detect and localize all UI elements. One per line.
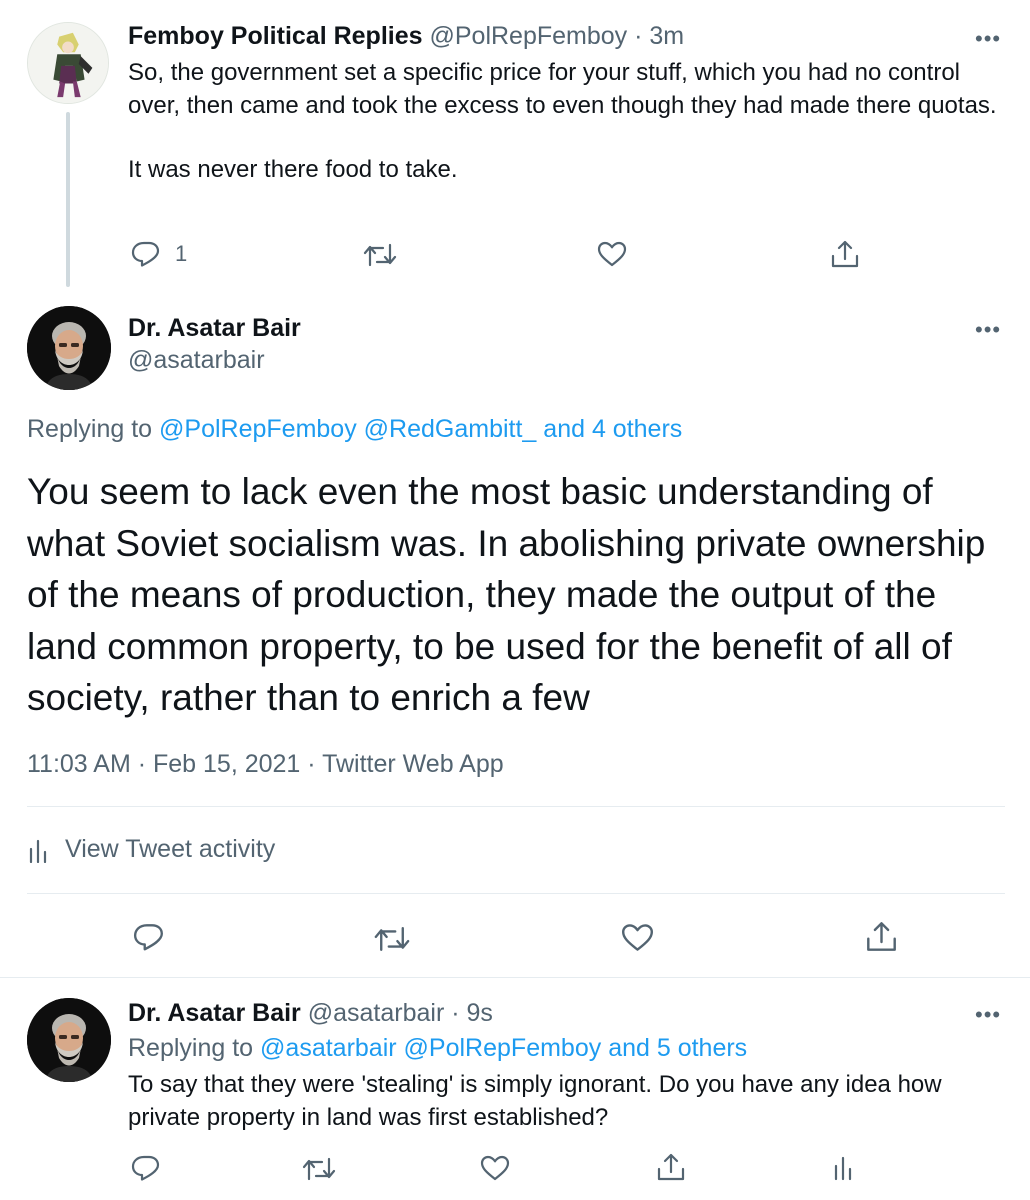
replying-to: Replying to @asatarbair @PolRepFemboy an… <box>128 1034 747 1063</box>
divider <box>27 806 1005 807</box>
analytics-icon <box>29 839 47 863</box>
thread-line <box>66 112 70 287</box>
share-icon <box>867 922 896 951</box>
more-icon[interactable]: ••• <box>975 1004 1001 1026</box>
like-button[interactable] <box>597 241 627 267</box>
like-button[interactable] <box>480 1155 510 1181</box>
like-icon <box>621 924 654 951</box>
divider <box>27 893 1005 894</box>
tweet-text: To say that they were 'stealing' is simp… <box>128 1071 942 1131</box>
separator: · <box>451 999 460 1027</box>
tweet-header: Dr. Asatar Bair @asatarbair · 9s <box>128 999 493 1028</box>
replying-to: Replying to @PolRepFemboy @RedGambitt_ a… <box>27 415 682 444</box>
retweet-icon <box>374 927 410 951</box>
analytics-icon <box>834 1156 852 1181</box>
retweet-button[interactable] <box>302 1156 336 1182</box>
tweet-text: You seem to lack even the most basic und… <box>27 471 986 718</box>
analytics-button[interactable] <box>832 1153 856 1181</box>
more-icon[interactable]: ••• <box>975 319 1001 341</box>
timestamp[interactable]: 9s <box>467 999 493 1027</box>
reply-count: 1 <box>175 241 188 266</box>
author-handle[interactable]: @asatarbair <box>308 999 445 1027</box>
like-icon <box>480 1155 510 1181</box>
retweet-icon <box>363 243 397 267</box>
tweet-paragraph: It was never there food to take. <box>128 156 458 183</box>
bearded-man-icon <box>27 306 111 390</box>
author-handle[interactable]: @PolRepFemboy <box>429 22 627 50</box>
view-activity-button[interactable]: View Tweet activity <box>27 835 275 864</box>
tweet-text: So, the government set a specific price … <box>128 57 1008 187</box>
author-name[interactable]: Dr. Asatar Bair <box>128 999 301 1027</box>
like-icon <box>597 241 627 267</box>
mention-link[interactable]: @RedGambitt_ <box>364 415 537 443</box>
share-button[interactable] <box>865 920 898 953</box>
author-handle[interactable]: @asatarbair <box>128 346 265 375</box>
timestamp[interactable]: 3m <box>649 22 684 50</box>
like-button[interactable] <box>621 923 654 952</box>
mention-link[interactable]: @PolRepFemboy <box>159 415 357 443</box>
mention-link[interactable]: @PolRepFemboy <box>404 1034 602 1062</box>
author-name[interactable]: Dr. Asatar Bair <box>128 314 301 343</box>
author-name[interactable]: Femboy Political Replies <box>128 22 423 50</box>
reply-icon <box>133 924 163 951</box>
separator: · <box>634 22 643 50</box>
share-button[interactable] <box>830 239 860 269</box>
tweet-paragraph: So, the government set a specific price … <box>128 59 997 119</box>
tweet-header: Femboy Political Replies @PolRepFemboy ·… <box>128 22 684 51</box>
share-button[interactable] <box>656 1152 686 1182</box>
share-icon <box>831 240 859 268</box>
reply-icon <box>131 1155 160 1181</box>
share-icon <box>657 1153 685 1181</box>
activity-label: View Tweet activity <box>65 835 276 863</box>
replying-prefix: Replying to <box>128 1034 254 1062</box>
avatar[interactable] <box>27 998 111 1082</box>
others-link[interactable]: and 5 others <box>608 1034 747 1062</box>
anime-character-icon <box>28 23 108 103</box>
others-link[interactable]: and 4 others <box>543 415 682 443</box>
avatar[interactable] <box>27 22 109 104</box>
tweet-meta[interactable]: 11:03 AM · Feb 15, 2021 · Twitter Web Ap… <box>27 750 504 779</box>
bearded-man-icon <box>27 998 111 1082</box>
retweet-button[interactable] <box>363 242 397 268</box>
reply-button[interactable]: 1 <box>131 240 187 268</box>
replying-prefix: Replying to <box>27 415 153 443</box>
reply-icon <box>131 241 160 267</box>
retweet-icon <box>302 1157 336 1181</box>
reply-button[interactable] <box>131 1154 161 1182</box>
more-icon[interactable]: ••• <box>975 28 1001 50</box>
mention-link[interactable]: @asatarbair <box>260 1034 397 1062</box>
divider <box>0 977 1030 978</box>
reply-button[interactable] <box>133 922 165 952</box>
retweet-button[interactable] <box>373 925 411 953</box>
avatar[interactable] <box>27 306 111 390</box>
